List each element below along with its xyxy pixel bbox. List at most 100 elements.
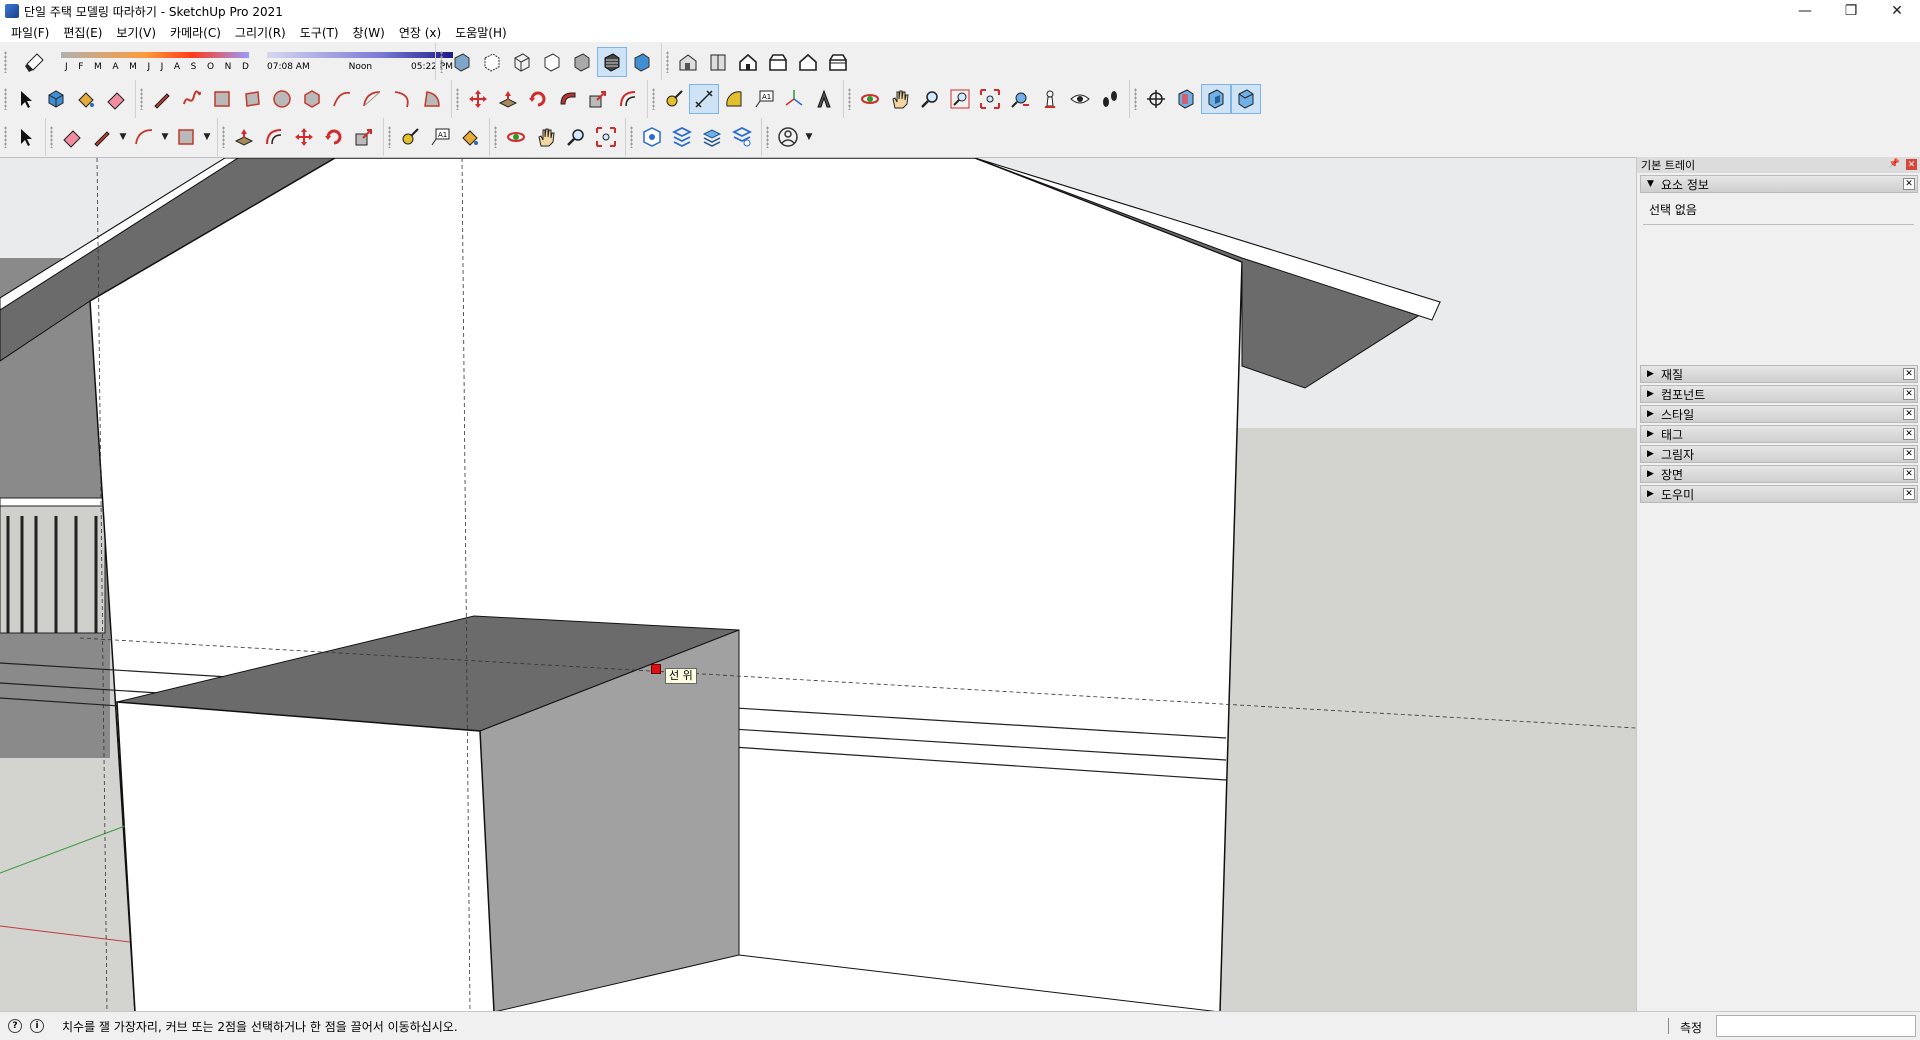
panel-styles[interactable]: ▶ 스타일 ✕ (1640, 405, 1918, 423)
top-view-button[interactable] (703, 47, 733, 77)
front-view-button[interactable] (733, 47, 763, 77)
shaded-with-textures-button[interactable] (597, 46, 627, 77)
offset-button-2[interactable] (259, 122, 289, 152)
scale-button-2[interactable] (349, 122, 379, 152)
polygon-button[interactable] (297, 84, 327, 114)
dimension-button[interactable] (689, 84, 719, 114)
tape-measure-button[interactable] (659, 84, 689, 114)
panel-close-icon[interactable]: ✕ (1903, 428, 1915, 440)
close-button[interactable]: ✕ (1874, 0, 1920, 22)
menu-file[interactable]: 파일(F) (4, 24, 56, 41)
menu-view[interactable]: 보기(V) (109, 24, 163, 41)
follow-me-button[interactable] (553, 84, 583, 114)
account-button[interactable] (773, 122, 803, 152)
panel-close-icon[interactable]: ✕ (1903, 388, 1915, 400)
section-plane-button[interactable] (1141, 84, 1171, 114)
extension-warehouse-button[interactable] (667, 122, 697, 152)
month-slider[interactable] (61, 51, 249, 58)
panel-close-icon[interactable]: ✕ (1903, 488, 1915, 500)
line-tool-button[interactable] (147, 84, 177, 114)
pan-button-2[interactable] (531, 122, 561, 152)
menu-draw[interactable]: 그리기(R) (228, 24, 293, 41)
orbit-button[interactable] (855, 84, 885, 114)
zoom-button-2[interactable] (561, 122, 591, 152)
account-dropdown-arrow[interactable]: ▼ (803, 122, 815, 152)
panel-close-icon[interactable]: ✕ (1903, 468, 1915, 480)
rotate-button[interactable] (523, 84, 553, 114)
protractor-button[interactable] (719, 84, 749, 114)
wireframe-button[interactable] (507, 47, 537, 77)
rectangle-button[interactable] (207, 84, 237, 114)
xray-button[interactable] (447, 47, 477, 77)
shaded-button[interactable] (567, 47, 597, 77)
move-button[interactable] (463, 84, 493, 114)
scale-button[interactable] (583, 84, 613, 114)
shape-dropdown-arrow[interactable]: ▼ (201, 122, 213, 152)
menu-camera[interactable]: 카메라(C) (163, 24, 228, 41)
freehand-button[interactable] (177, 84, 207, 114)
monochrome-button[interactable] (627, 47, 657, 77)
arc-button[interactable] (327, 84, 357, 114)
menu-window[interactable]: 창(W) (346, 24, 392, 41)
right-view-button[interactable] (763, 47, 793, 77)
hidden-line-button[interactable] (537, 47, 567, 77)
paint-bucket-button-2[interactable] (455, 122, 485, 152)
measurements-input[interactable] (1716, 1015, 1916, 1037)
arc-button-2[interactable] (129, 122, 159, 152)
axes-button[interactable] (779, 84, 809, 114)
3d-warehouse-button[interactable] (637, 122, 667, 152)
eraser-button-2[interactable] (57, 122, 87, 152)
menu-extensions[interactable]: 연장 (x) (392, 24, 448, 41)
time-slider[interactable] (267, 51, 453, 58)
display-section-cuts-button[interactable] (1201, 84, 1231, 114)
three-point-arc-button[interactable] (387, 84, 417, 114)
geo-location-icon[interactable]: ? (8, 1019, 22, 1033)
line-dropdown-arrow[interactable]: ▼ (117, 122, 129, 152)
rotated-rectangle-button[interactable] (237, 84, 267, 114)
display-section-planes-button[interactable] (1171, 84, 1201, 114)
back-edges-button[interactable] (477, 47, 507, 77)
text-button[interactable]: A1 (749, 84, 779, 114)
panel-close-icon[interactable]: ✕ (1903, 408, 1915, 420)
zoom-extents-button[interactable] (975, 84, 1005, 114)
zoom-extents-button-2[interactable] (591, 122, 621, 152)
tape-measure-button-2[interactable] (395, 122, 425, 152)
previous-view-button[interactable] (1005, 84, 1035, 114)
push-pull-button[interactable] (493, 84, 523, 114)
paint-bucket-button[interactable] (71, 84, 101, 114)
panel-close-icon[interactable]: ✕ (1903, 368, 1915, 380)
info-icon[interactable]: i (30, 1019, 44, 1033)
menu-help[interactable]: 도움말(H) (448, 24, 514, 41)
make-component-button[interactable] (41, 84, 71, 114)
zoom-window-button[interactable] (945, 84, 975, 114)
iso-view-button[interactable] (673, 47, 703, 77)
two-point-arc-button[interactable] (357, 84, 387, 114)
text-button-2[interactable]: A1 (425, 122, 455, 152)
3d-text-button[interactable] (809, 84, 839, 114)
eraser-button[interactable] (101, 84, 131, 114)
pin-icon[interactable]: 📌 (1889, 159, 1900, 170)
menu-tools[interactable]: 도구(T) (293, 24, 346, 41)
pan-button[interactable] (885, 84, 915, 114)
push-pull-button-2[interactable] (229, 122, 259, 152)
extension-manager-button[interactable] (727, 122, 757, 152)
panel-tags[interactable]: ▶ 태그 ✕ (1640, 425, 1918, 443)
panel-scenes[interactable]: ▶ 장면 ✕ (1640, 465, 1918, 483)
look-around-button[interactable] (1065, 84, 1095, 114)
move-button-2[interactable] (289, 122, 319, 152)
back-view-button[interactable] (793, 47, 823, 77)
zoom-button[interactable] (915, 84, 945, 114)
select-tool-button[interactable] (11, 84, 41, 114)
minimize-button[interactable]: — (1782, 0, 1828, 22)
panel-materials[interactable]: ▶ 재질 ✕ (1640, 365, 1918, 383)
panel-shadows[interactable]: ▶ 그림자 ✕ (1640, 445, 1918, 463)
line-button-2[interactable] (87, 122, 117, 152)
tray-close-icon[interactable]: ✕ (1906, 159, 1917, 170)
panel-close-icon[interactable]: ✕ (1903, 178, 1915, 190)
model-viewport[interactable]: 선 위 (0, 157, 1636, 1011)
display-section-fill-button[interactable] (1231, 84, 1261, 114)
position-camera-button[interactable] (1035, 84, 1065, 114)
restore-button[interactable]: ❐ (1828, 0, 1874, 22)
arc-dropdown-arrow[interactable]: ▼ (159, 122, 171, 152)
layout-send-button[interactable] (697, 122, 727, 152)
